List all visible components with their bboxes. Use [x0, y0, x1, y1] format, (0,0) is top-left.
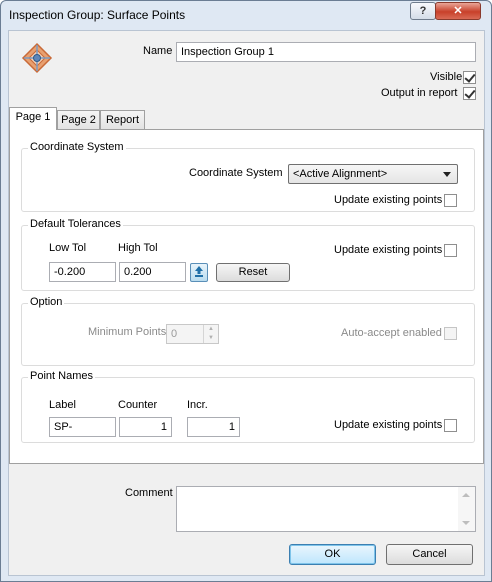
close-button[interactable]: ✕: [435, 2, 481, 20]
visible-label: Visible: [430, 71, 463, 83]
swap-tolerance-button[interactable]: [190, 263, 208, 282]
name-input[interactable]: Inspection Group 1: [176, 42, 476, 62]
incr-column-header: Incr.: [187, 399, 208, 411]
coordinate-system-label: Coordinate System: [189, 167, 283, 179]
auto-accept-checkbox[interactable]: [444, 327, 457, 340]
output-in-report-checkbox[interactable]: [463, 87, 476, 100]
point-names-update-label: Update existing points: [334, 419, 443, 431]
minimum-points-value: 0: [171, 328, 178, 340]
coordinate-system-group: Coordinate System Coordinate System <Act…: [21, 141, 475, 212]
name-label: Name: [143, 45, 173, 57]
minimum-points-label: Minimum Points: [88, 326, 167, 338]
tab-page-2[interactable]: Page 2: [57, 110, 100, 130]
comment-label: Comment: [125, 487, 173, 499]
dialog-client: Name Inspection Group 1 Visible Output i…: [8, 30, 485, 576]
comment-scrollbar[interactable]: [458, 487, 475, 531]
tab-page-1[interactable]: Page 1: [9, 107, 57, 130]
cancel-button[interactable]: Cancel: [386, 544, 473, 565]
coordinate-update-checkbox[interactable]: [444, 194, 457, 207]
point-names-group-title: Point Names: [28, 370, 95, 382]
coordinate-system-selected-value: <Active Alignment>: [293, 168, 388, 180]
spin-down-icon[interactable]: ▼: [204, 334, 218, 343]
spinner-arrows[interactable]: ▲ ▼: [203, 325, 218, 343]
label-column-header: Label: [49, 399, 76, 411]
spin-up-icon[interactable]: ▲: [204, 325, 218, 334]
window-title: Inspection Group: Surface Points: [9, 8, 186, 22]
coordinate-system-select[interactable]: <Active Alignment>: [288, 164, 458, 184]
minimum-points-spinner[interactable]: 0 ▲ ▼: [166, 324, 219, 344]
chevron-down-icon: [443, 172, 451, 177]
high-tol-label: High Tol: [118, 242, 158, 254]
point-counter-input[interactable]: 1: [119, 417, 172, 437]
default-tolerances-group: Default Tolerances Low Tol High Tol -0.2…: [21, 218, 475, 291]
tab-report[interactable]: Report: [100, 110, 145, 130]
point-label-input[interactable]: SP-: [49, 417, 116, 437]
visible-checkbox[interactable]: [463, 71, 476, 84]
ok-button[interactable]: OK: [289, 544, 376, 565]
coordinate-update-label: Update existing points: [334, 194, 443, 206]
option-group-title: Option: [28, 296, 65, 308]
scroll-down-icon[interactable]: [462, 521, 470, 525]
option-group: Option Minimum Points 0 ▲ ▼ Auto-accept …: [21, 296, 475, 366]
point-names-group: Point Names Label Counter Incr. SP- 1 1 …: [21, 370, 475, 443]
point-incr-input[interactable]: 1: [187, 417, 240, 437]
scroll-up-icon[interactable]: [462, 493, 470, 497]
reset-button[interactable]: Reset: [216, 263, 290, 282]
tolerance-update-checkbox[interactable]: [444, 244, 457, 257]
inspection-group-logo-icon: [21, 42, 53, 74]
high-tol-input[interactable]: 0.200: [119, 262, 186, 282]
help-button[interactable]: ?: [410, 2, 436, 20]
dialog-window: Inspection Group: Surface Points ? ✕ Nam…: [0, 0, 492, 582]
title-bar[interactable]: Inspection Group: Surface Points ? ✕: [1, 1, 491, 29]
auto-accept-label: Auto-accept enabled: [341, 327, 442, 339]
tab-page-1-panel: Coordinate System Coordinate System <Act…: [9, 129, 484, 464]
coordinate-system-group-title: Coordinate System: [28, 141, 126, 153]
tolerance-update-label: Update existing points: [334, 244, 443, 256]
counter-column-header: Counter: [118, 399, 158, 411]
comment-textarea[interactable]: [176, 486, 476, 532]
low-tol-input[interactable]: -0.200: [49, 262, 116, 282]
output-in-report-label: Output in report: [381, 87, 458, 99]
low-tol-label: Low Tol: [49, 242, 87, 254]
up-down-arrow-icon: [195, 266, 203, 277]
point-names-update-checkbox[interactable]: [444, 419, 457, 432]
default-tolerances-group-title: Default Tolerances: [28, 218, 123, 230]
